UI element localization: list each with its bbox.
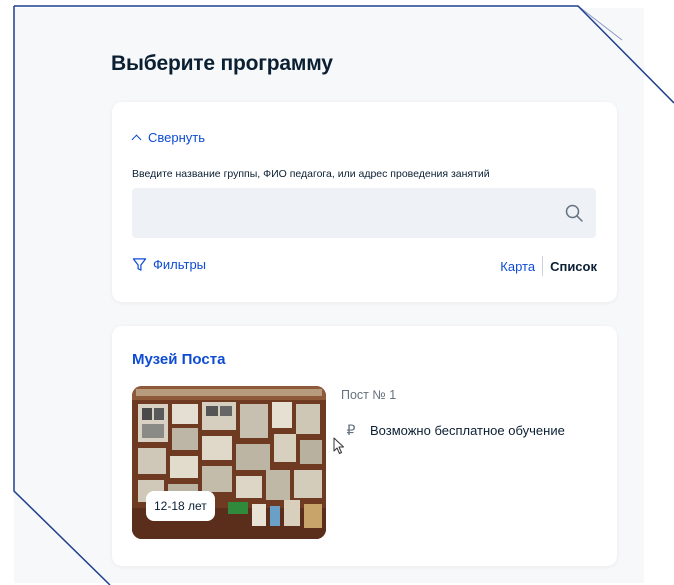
program-title[interactable]: Музей Поста (132, 351, 225, 368)
program-photo[interactable]: 12-18 лет (132, 386, 326, 539)
search-box (132, 188, 596, 238)
filter-icon (132, 258, 147, 271)
filters-label: Фильтры (153, 257, 207, 272)
collapse-label: Свернуть (148, 130, 206, 145)
view-switch: Карта Список (500, 256, 597, 276)
program-card: Музей Поста 12-18 лет Пост № 1 ₽ Возможн… (112, 326, 617, 566)
page-background: Выберите программу Свернуть Введите назв… (14, 8, 644, 583)
list-view-tab[interactable]: Список (543, 259, 597, 274)
search-input[interactable] (132, 188, 552, 238)
organization-name: Пост № 1 (341, 388, 397, 402)
search-panel: Свернуть Введите название группы, ФИО пе… (112, 102, 617, 302)
search-icon[interactable] (564, 203, 584, 223)
mouse-cursor-icon (333, 437, 344, 454)
price-text: Возможно бесплатное обучение (370, 423, 565, 438)
price-info: ₽ Возможно бесплатное обучение (344, 422, 565, 439)
map-view-tab[interactable]: Карта (500, 259, 542, 274)
chevron-up-icon (131, 134, 142, 145)
collapse-button[interactable]: Свернуть (131, 130, 206, 145)
filters-button[interactable]: Фильтры (132, 257, 206, 272)
ruble-icon: ₽ (346, 422, 356, 438)
search-field-label: Введите название группы, ФИО педагога, и… (132, 168, 490, 180)
page-title: Выберите программу (111, 52, 333, 75)
age-badge: 12-18 лет (146, 491, 215, 521)
